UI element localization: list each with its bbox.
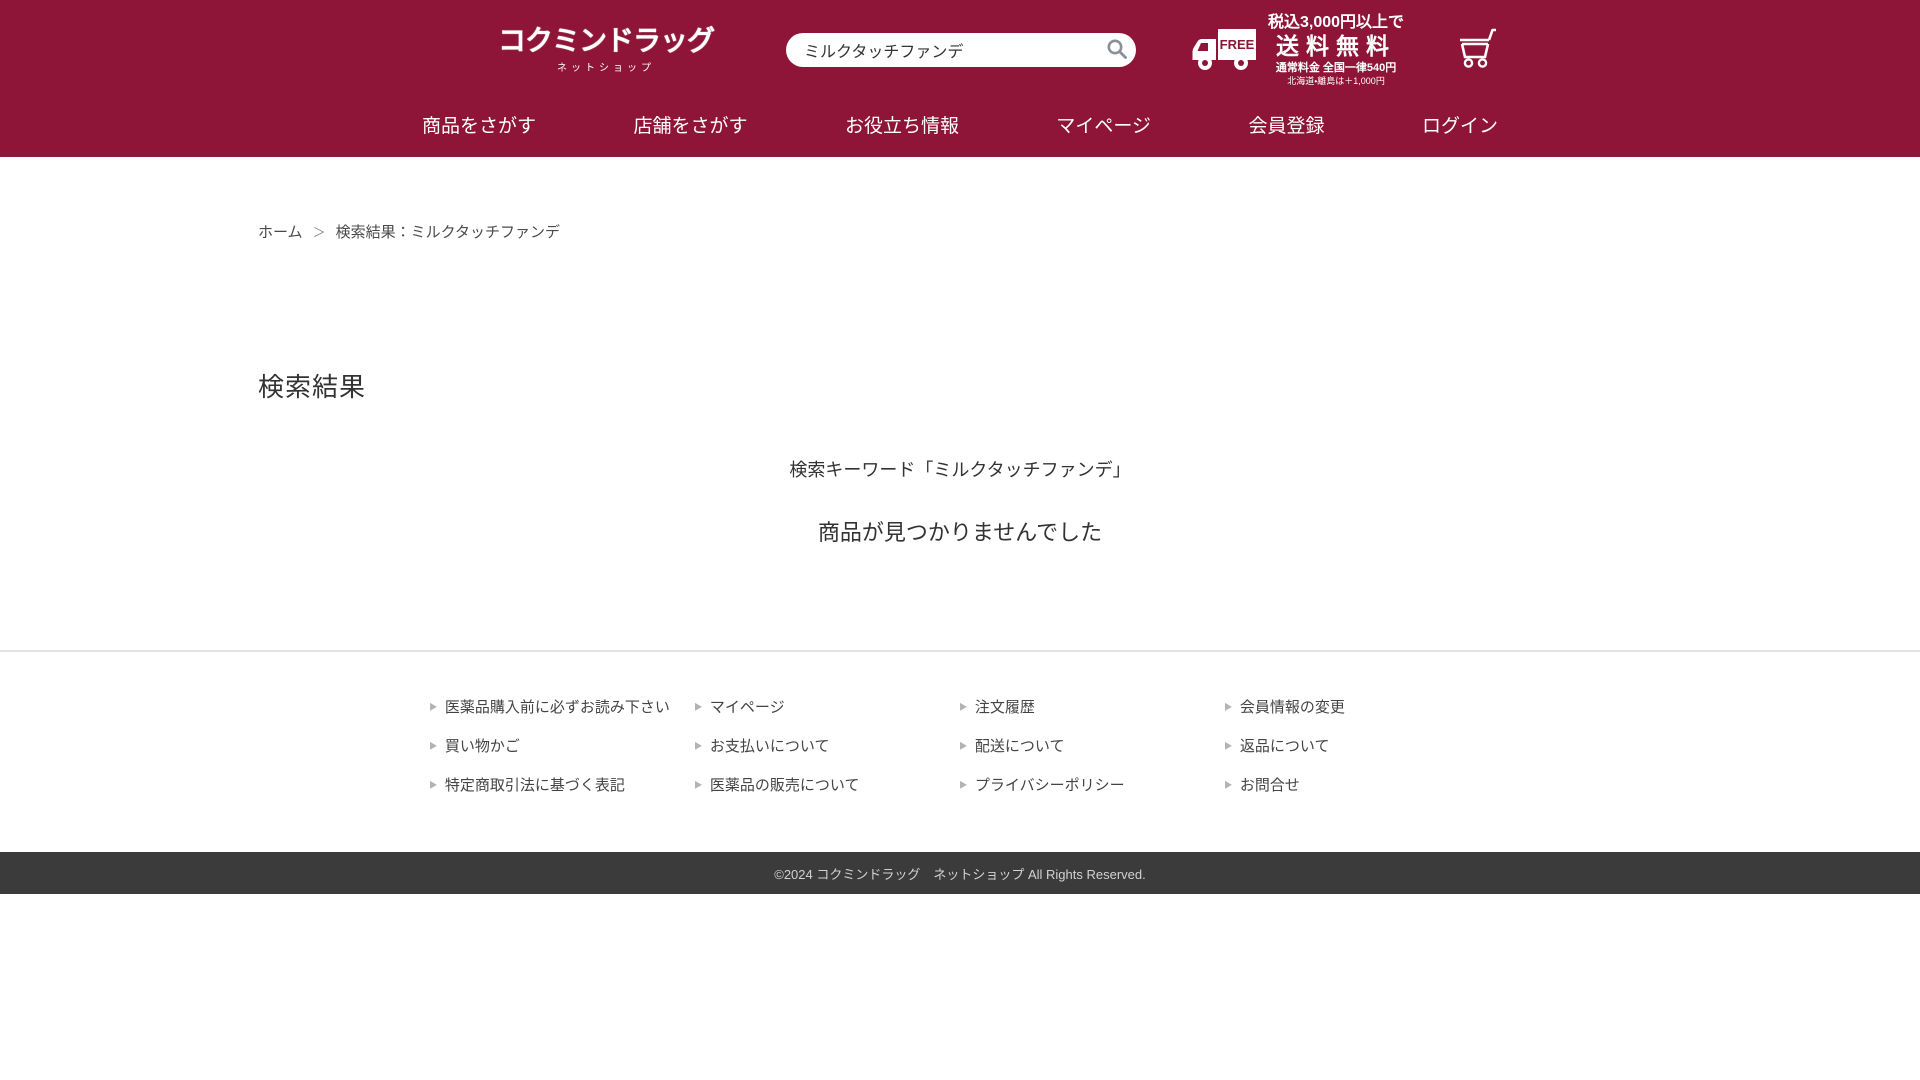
nav-item-register[interactable]: 会員登録 — [1248, 111, 1324, 138]
shipping-normal-fee: 通常料金 全国一律540円 — [1268, 62, 1404, 75]
shipping-remote-fee: 北海道・離島は＋1,000円 — [1268, 76, 1404, 86]
footer-link-label: お問合せ — [1240, 774, 1300, 795]
footer-link-contact[interactable]: ▶ お問合せ — [1225, 774, 1490, 795]
search-icon — [1105, 49, 1129, 64]
breadcrumb-home-link[interactable]: ホーム — [258, 224, 303, 241]
footer-link-commercial-law[interactable]: ▶ 特定商取引法に基づく表記 — [430, 774, 695, 795]
free-shipping-banner: FREE 税込3,000円以上で 送料無料 通常料金 全国一律540円 北海道・… — [1192, 14, 1404, 87]
footer-link-label: 医薬品の販売について — [710, 774, 860, 795]
delivery-truck-icon: FREE — [1192, 27, 1258, 73]
logo-text: コクミンドラッグ — [498, 26, 714, 55]
footer-links-grid: ▶ 医薬品購入前に必ずお読み下さい ▶ マイページ ▶ 注文履歴 ▶ 会員情報の… — [430, 652, 1490, 795]
breadcrumb-separator: ＞ — [313, 225, 326, 240]
no-results-message: 商品が見つかりませんでした — [258, 515, 1662, 547]
cart-icon — [1456, 56, 1500, 73]
arrow-right-icon: ▶ — [960, 700, 967, 713]
footer-link-delivery[interactable]: ▶ 配送について — [960, 735, 1225, 756]
shipping-free-label: 送料無料 — [1268, 33, 1404, 59]
footer-link-drug-notice[interactable]: ▶ 医薬品購入前に必ずお読み下さい — [430, 696, 695, 717]
footer-link-drug-sales[interactable]: ▶ 医薬品の販売について — [695, 774, 960, 795]
header-top-row: コクミンドラッグ ネットショップ — [360, 0, 1560, 100]
footer-link-label: 買い物かご — [445, 735, 520, 756]
nav-item-mypage[interactable]: マイページ — [1056, 111, 1151, 138]
cart-button[interactable] — [1456, 27, 1500, 74]
footer-link-label: 医薬品購入前に必ずお読み下さい — [445, 696, 670, 717]
search-button[interactable] — [1102, 36, 1132, 64]
shipping-info-text: 税込3,000円以上で 送料無料 通常料金 全国一律540円 北海道・離島は＋1… — [1268, 14, 1404, 87]
arrow-right-icon: ▶ — [430, 700, 437, 713]
arrow-right-icon: ▶ — [960, 778, 967, 791]
footer-link-order-history[interactable]: ▶ 注文履歴 — [960, 696, 1225, 717]
arrow-right-icon: ▶ — [1225, 700, 1232, 713]
arrow-right-icon: ▶ — [695, 739, 702, 752]
main-content: 検索結果 検索キーワード「ミルクタッチファンデ」 商品が見つかりませんでした — [258, 367, 1662, 547]
footer-link-returns[interactable]: ▶ 返品について — [1225, 735, 1490, 756]
copyright-bar: ©2024 コクミンドラッグ ネットショップ All Rights Reserv… — [0, 852, 1920, 894]
arrow-right-icon: ▶ — [430, 739, 437, 752]
breadcrumb: ホーム ＞ 検索結果：ミルクタッチファンデ — [258, 157, 1662, 242]
arrow-right-icon: ▶ — [960, 739, 967, 752]
site-footer: ▶ 医薬品購入前に必ずお読み下さい ▶ マイページ ▶ 注文履歴 ▶ 会員情報の… — [0, 652, 1920, 894]
site-header: コクミンドラッグ ネットショップ — [0, 0, 1920, 157]
footer-link-label: プライバシーポリシー — [975, 774, 1125, 795]
footer-link-privacy-policy[interactable]: ▶ プライバシーポリシー — [960, 774, 1225, 795]
search-bar — [786, 33, 1136, 67]
nav-item-stores[interactable]: 店舗をさがす — [633, 111, 747, 138]
main-navigation: 商品をさがす 店舗をさがす お役立ち情報 マイページ 会員登録 ログイン — [380, 100, 1540, 157]
footer-link-member-info[interactable]: ▶ 会員情報の変更 — [1225, 696, 1490, 717]
logo-subtitle: ネットショップ — [498, 59, 714, 74]
footer-link-label: 配送について — [975, 735, 1065, 756]
arrow-right-icon: ▶ — [695, 778, 702, 791]
footer-link-label: 特定商取引法に基づく表記 — [445, 774, 625, 795]
nav-item-products[interactable]: 商品をさがす — [422, 111, 536, 138]
footer-link-payment[interactable]: ▶ お支払いについて — [695, 735, 960, 756]
footer-link-label: マイページ — [710, 696, 785, 717]
nav-item-useful-info[interactable]: お役立ち情報 — [845, 111, 959, 138]
site-logo[interactable]: コクミンドラッグ ネットショップ — [498, 26, 714, 73]
footer-link-mypage[interactable]: ▶ マイページ — [695, 696, 960, 717]
svg-text:FREE: FREE — [1220, 37, 1255, 52]
arrow-right-icon: ▶ — [1225, 739, 1232, 752]
arrow-right-icon: ▶ — [1225, 778, 1232, 791]
footer-link-label: 注文履歴 — [975, 696, 1035, 717]
shipping-condition: 税込3,000円以上で — [1268, 14, 1404, 32]
search-keyword-line: 検索キーワード「ミルクタッチファンデ」 — [258, 456, 1662, 482]
nav-item-login[interactable]: ログイン — [1422, 111, 1498, 138]
footer-link-label: お支払いについて — [710, 735, 830, 756]
arrow-right-icon: ▶ — [695, 700, 702, 713]
page-title: 検索結果 — [258, 367, 1662, 404]
footer-link-label: 会員情報の変更 — [1240, 696, 1345, 717]
footer-link-label: 返品について — [1240, 735, 1330, 756]
search-input[interactable] — [786, 33, 1136, 67]
arrow-right-icon: ▶ — [430, 778, 437, 791]
footer-link-cart[interactable]: ▶ 買い物かご — [430, 735, 695, 756]
copyright-text: ©2024 コクミンドラッグ ネットショップ All Rights Reserv… — [774, 864, 1146, 883]
breadcrumb-current: 検索結果：ミルクタッチファンデ — [336, 224, 560, 241]
